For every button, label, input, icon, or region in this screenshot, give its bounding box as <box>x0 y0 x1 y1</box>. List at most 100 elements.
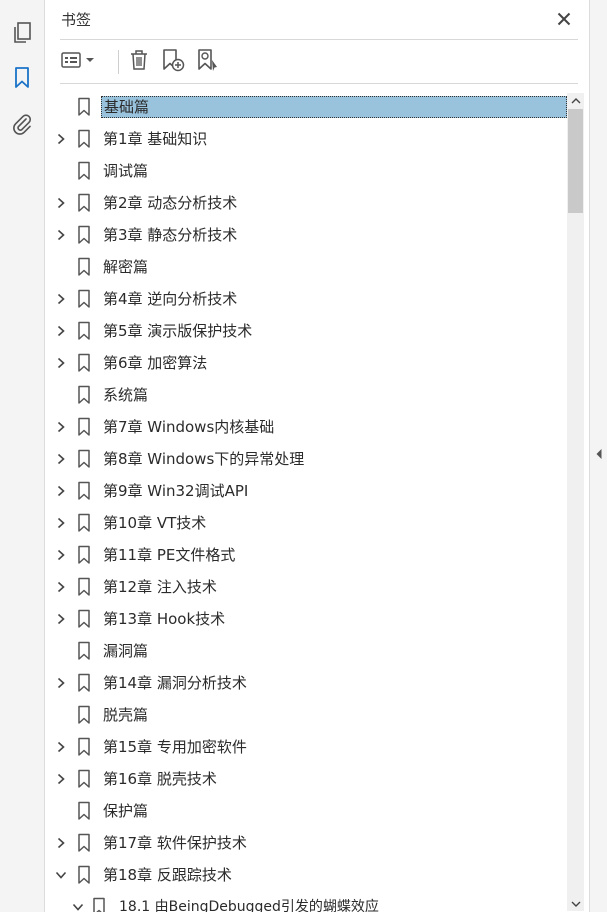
bookmark-row[interactable]: 第1章 基础知识 <box>45 123 567 155</box>
chevron-right-icon[interactable] <box>54 292 68 306</box>
chevron-down-icon[interactable] <box>54 868 68 882</box>
bookmark-icon <box>76 577 92 597</box>
chevron-right-icon[interactable] <box>54 228 68 242</box>
vertical-scrollbar[interactable] <box>567 93 584 911</box>
pages-icon[interactable] <box>8 19 36 47</box>
bookmark-label[interactable]: 第9章 Win32调试API <box>101 480 250 502</box>
bookmark-label[interactable]: 第5章 演示版保护技术 <box>101 320 254 342</box>
scrollbar-thumb[interactable] <box>568 109 583 213</box>
bookmark-row[interactable]: 系统篇 <box>45 379 567 411</box>
chevron-right-icon[interactable] <box>54 420 68 434</box>
chevron-right-icon[interactable] <box>54 132 68 146</box>
bookmark-icon <box>76 225 92 245</box>
bookmark-icon <box>76 641 92 661</box>
bookmark-row[interactable]: 第15章 专用加密软件 <box>45 731 567 763</box>
bookmark-label[interactable]: 第8章 Windows下的异常处理 <box>101 448 306 470</box>
bookmark-label[interactable]: 第10章 VT技术 <box>101 512 208 534</box>
chevron-right-icon[interactable] <box>54 612 68 626</box>
bookmark-row[interactable]: 第3章 静态分析技术 <box>45 219 567 251</box>
bookmark-icon[interactable] <box>8 64 36 92</box>
bookmark-label[interactable]: 基础篇 <box>101 96 567 118</box>
chevron-right-icon[interactable] <box>54 324 68 338</box>
chevron-right-icon[interactable] <box>54 484 68 498</box>
bookmark-row[interactable]: 解密篇 <box>45 251 567 283</box>
bookmark-icon <box>76 673 92 693</box>
bookmark-label[interactable]: 第1章 基础知识 <box>101 128 209 150</box>
chevron-right-icon[interactable] <box>54 740 68 754</box>
bookmark-row[interactable]: 第12章 注入技术 <box>45 571 567 603</box>
bookmark-row[interactable]: 第18章 反跟踪技术 <box>45 859 567 891</box>
bookmark-row[interactable]: 漏洞篇 <box>45 635 567 667</box>
bookmark-row[interactable]: 第4章 逆向分析技术 <box>45 283 567 315</box>
bookmark-label[interactable]: 解密篇 <box>101 256 150 278</box>
bookmark-label[interactable]: 脱壳篇 <box>101 704 150 726</box>
bookmark-row[interactable]: 第9章 Win32调试API <box>45 475 567 507</box>
bookmark-label[interactable]: 第18章 反跟踪技术 <box>101 864 234 886</box>
options-menu-icon <box>60 50 98 74</box>
bookmark-label[interactable]: 第14章 漏洞分析技术 <box>101 672 249 694</box>
bookmark-label[interactable]: 调试篇 <box>101 160 150 182</box>
chevron-right-icon[interactable] <box>54 580 68 594</box>
options-menu-button[interactable] <box>60 48 98 76</box>
bookmark-label[interactable]: 第2章 动态分析技术 <box>101 192 239 214</box>
bookmark-label[interactable]: 漏洞篇 <box>101 640 150 662</box>
bookmark-icon <box>76 481 92 501</box>
bookmark-icon <box>76 257 92 277</box>
bookmark-row[interactable]: 第14章 漏洞分析技术 <box>45 667 567 699</box>
bookmark-label[interactable]: 系统篇 <box>101 384 150 406</box>
bookmark-row[interactable]: 基础篇 <box>45 91 567 123</box>
bookmark-label[interactable]: 18.1 由BeingDebugged引发的蝴蝶效应 <box>117 896 381 912</box>
chevron-down-icon[interactable] <box>71 900 85 912</box>
bookmark-label[interactable]: 第12章 注入技术 <box>101 576 219 598</box>
bookmark-row[interactable]: 第13章 Hook技术 <box>45 603 567 635</box>
bookmark-tree: 基础篇第1章 基础知识 调试篇第2章 动态分析技术 第3章 静态分析技术 解密篇第4章… <box>45 91 567 912</box>
bookmark-row[interactable]: 第6章 加密算法 <box>45 347 567 379</box>
bookmark-icon <box>76 385 92 405</box>
bookmark-icon <box>76 545 92 565</box>
bookmark-row[interactable]: 第5章 演示版保护技术 <box>45 315 567 347</box>
bookmark-icon <box>76 705 92 725</box>
chevron-right-icon[interactable] <box>54 196 68 210</box>
new-bookmark-button[interactable] <box>159 48 187 76</box>
bookmark-label[interactable]: 第11章 PE文件格式 <box>101 544 237 566</box>
bookmark-icon <box>76 833 92 853</box>
scroll-down-arrow-icon[interactable] <box>567 896 584 911</box>
bookmark-icon <box>76 321 92 341</box>
delete-bookmark-button[interactable] <box>126 48 152 76</box>
bookmark-row[interactable]: 第11章 PE文件格式 <box>45 539 567 571</box>
bookmark-label[interactable]: 第15章 专用加密软件 <box>101 736 249 758</box>
chevron-right-icon[interactable] <box>54 836 68 850</box>
bookmark-row[interactable]: 第8章 Windows下的异常处理 <box>45 443 567 475</box>
bookmark-row[interactable]: 保护篇 <box>45 795 567 827</box>
bookmark-row[interactable]: 第16章 脱壳技术 <box>45 763 567 795</box>
bookmark-row[interactable]: 脱壳篇 <box>45 699 567 731</box>
bookmark-label[interactable]: 第4章 逆向分析技术 <box>101 288 239 310</box>
panel-splitter[interactable] <box>589 0 607 912</box>
bookmark-child-row[interactable]: 18.1 由BeingDebugged引发的蝴蝶效应 <box>45 891 567 912</box>
bookmark-row[interactable]: 第17章 软件保护技术 <box>45 827 567 859</box>
bookmark-row[interactable]: 第10章 VT技术 <box>45 507 567 539</box>
bookmark-row[interactable]: 第7章 Windows内核基础 <box>45 411 567 443</box>
bookmark-label[interactable]: 第3章 静态分析技术 <box>101 224 239 246</box>
bookmark-label[interactable]: 第13章 Hook技术 <box>101 608 227 630</box>
chevron-right-icon[interactable] <box>54 516 68 530</box>
bookmark-row[interactable]: 调试篇 <box>45 155 567 187</box>
bookmark-label[interactable]: 第6章 加密算法 <box>101 352 209 374</box>
chevron-right-icon[interactable] <box>54 772 68 786</box>
find-bookmark-button[interactable] <box>194 48 222 76</box>
attachment-icon[interactable] <box>8 110 36 138</box>
bookmark-label[interactable]: 第17章 软件保护技术 <box>101 832 249 854</box>
bookmark-row[interactable]: 第2章 动态分析技术 <box>45 187 567 219</box>
bookmark-icon <box>76 737 92 757</box>
chevron-right-icon[interactable] <box>54 452 68 466</box>
close-icon[interactable] <box>552 7 576 31</box>
chevron-right-icon[interactable] <box>54 676 68 690</box>
scroll-up-arrow-icon[interactable] <box>567 93 584 108</box>
toolbar-divider <box>118 50 119 74</box>
chevron-right-icon[interactable] <box>54 548 68 562</box>
bookmark-label[interactable]: 第16章 脱壳技术 <box>101 768 219 790</box>
collapse-arrow-icon[interactable] <box>595 447 603 461</box>
bookmark-label[interactable]: 保护篇 <box>101 800 150 822</box>
bookmark-label[interactable]: 第7章 Windows内核基础 <box>101 416 276 438</box>
chevron-right-icon[interactable] <box>54 356 68 370</box>
